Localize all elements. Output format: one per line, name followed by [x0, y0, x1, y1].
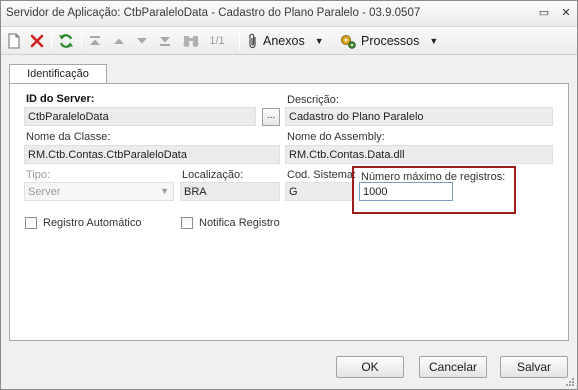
previous-record-button[interactable] — [109, 31, 129, 51]
tipo-selected-value: Server — [28, 186, 61, 198]
toolbar-separator — [51, 32, 52, 50]
localizacao-label: Localização: — [182, 169, 244, 181]
next-icon — [137, 38, 147, 44]
save-button[interactable]: Salvar — [500, 356, 568, 378]
delete-icon — [30, 34, 44, 48]
previous-icon — [114, 38, 124, 44]
id-server-label: ID do Server: — [26, 93, 95, 105]
close-button[interactable]: ✕ — [557, 5, 575, 21]
paperclip-icon — [249, 33, 256, 49]
toolbar-separator — [239, 32, 240, 50]
button-bar: OK Cancelar Salvar — [1, 341, 577, 389]
dialog-window: Servidor de Aplicação: CtbParaleloData -… — [0, 0, 578, 390]
anexos-label: Anexos — [263, 34, 305, 48]
refresh-icon — [59, 34, 73, 48]
id-server-field[interactable]: CtbParaleloData — [24, 107, 256, 126]
registro-automatico-label: Registro Automático — [43, 217, 142, 229]
page-indicator-text: 1/1 — [209, 35, 225, 47]
refresh-button[interactable] — [55, 31, 77, 51]
first-icon — [90, 36, 100, 45]
gears-icon — [341, 35, 356, 49]
search-button[interactable] — [180, 31, 202, 51]
descricao-field[interactable]: Cadastro do Plano Paralelo — [285, 107, 553, 126]
localizacao-field[interactable]: BRA — [180, 182, 280, 201]
nome-classe-field[interactable]: RM.Ctb.Contas.CtbParaleloData — [24, 145, 280, 164]
cod-sistema-field[interactable]: G — [285, 182, 353, 201]
browse-button[interactable]: ... — [262, 108, 280, 126]
chevron-down-icon: ▼ — [314, 36, 324, 46]
cancel-button[interactable]: Cancelar — [419, 356, 487, 378]
window-title: Servidor de Aplicação: CtbParaleloData -… — [6, 7, 421, 19]
last-record-button[interactable] — [155, 31, 175, 51]
new-icon — [8, 33, 20, 49]
minimize-button[interactable]: ▭ — [535, 5, 553, 21]
highlight-box — [352, 166, 516, 214]
nome-assembly-label: Nome do Assembly: — [287, 131, 385, 143]
chevron-down-icon: ▼ — [429, 36, 439, 46]
chevron-down-icon: ▼ — [160, 186, 169, 196]
nome-assembly-field[interactable]: RM.Ctb.Contas.Data.dll — [285, 145, 553, 164]
tab-identificacao[interactable]: Identificação — [9, 64, 107, 84]
tipo-select[interactable]: Server ▼ — [24, 182, 174, 201]
registro-automatico-checkbox[interactable] — [25, 217, 37, 229]
delete-record-button[interactable] — [27, 31, 47, 51]
first-record-button[interactable] — [85, 31, 105, 51]
next-record-button[interactable] — [132, 31, 152, 51]
notifica-registro-checkbox[interactable] — [181, 217, 193, 229]
processos-dropdown-button[interactable]: Processos ▼ — [339, 31, 441, 51]
new-record-button[interactable] — [5, 31, 23, 51]
anexos-dropdown-button[interactable]: Anexos ▼ — [247, 31, 333, 51]
processos-label: Processos — [361, 34, 420, 48]
last-icon — [160, 37, 170, 46]
notifica-registro-label: Notifica Registro — [199, 217, 280, 229]
page-indicator: 1/1 — [205, 31, 229, 51]
ok-button[interactable]: OK — [336, 356, 404, 378]
title-bar: Servidor de Aplicação: CtbParaleloData -… — [1, 1, 577, 27]
tipo-label: Tipo: — [26, 169, 51, 181]
toolbar-separator — [81, 32, 82, 50]
toolbar: 1/1 Anexos ▼ Processos ▼ — [1, 27, 577, 55]
descricao-label: Descrição: — [287, 94, 339, 106]
resize-grip-icon[interactable] — [565, 377, 575, 387]
nome-classe-label: Nome da Classe: — [26, 131, 111, 143]
binoculars-icon — [183, 36, 199, 47]
cod-sistema-label: Cod. Sistema: — [287, 169, 357, 181]
